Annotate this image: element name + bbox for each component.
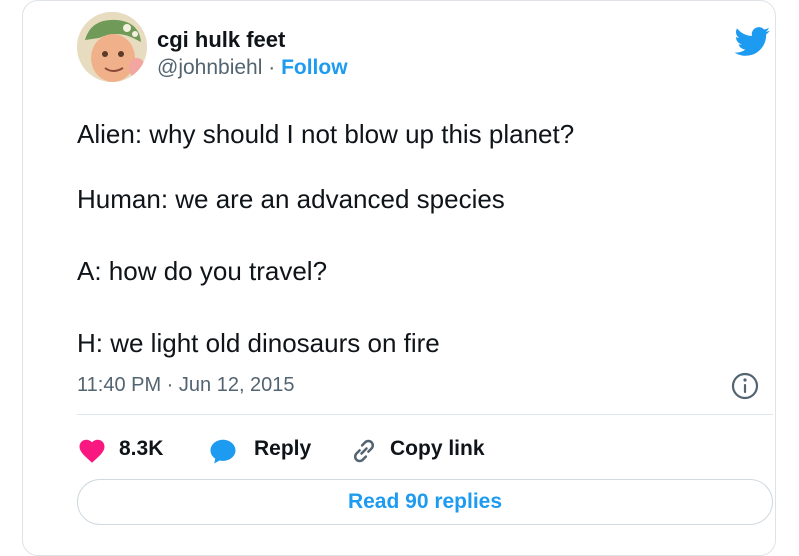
handle[interactable]: @johnbiehl [157, 56, 262, 79]
reply-button[interactable]: Reply [254, 437, 311, 461]
like-count[interactable]: 8.3K [119, 437, 163, 461]
avatar[interactable] [77, 12, 147, 82]
info-icon[interactable] [730, 371, 760, 401]
follow-button[interactable]: Follow [281, 56, 348, 79]
tweet-text-line: Alien: why should I not blow up this pla… [77, 119, 575, 149]
link-icon[interactable] [349, 436, 379, 466]
timestamp[interactable]: 11:40 PM · Jun 12, 2015 [77, 374, 295, 397]
display-name[interactable]: cgi hulk feet [157, 27, 285, 53]
tweet-text-line: A: how do you travel? [77, 256, 328, 286]
reply-bubble-icon[interactable] [207, 436, 239, 466]
read-replies-button[interactable]: Read 90 replies [77, 479, 773, 525]
tweet-text-line: H: we light old dinosaurs on fire [77, 328, 440, 358]
divider [77, 414, 773, 415]
separator: · [262, 56, 282, 79]
copy-link-button[interactable]: Copy link [390, 437, 485, 461]
tweet-card: cgi hulk feet @johnbiehl · Follow Alien:… [22, 0, 776, 556]
tweet-text-line: Human: we are an advanced species [77, 184, 505, 214]
twitter-bird-icon[interactable] [734, 27, 771, 57]
heart-icon[interactable] [77, 436, 107, 466]
handle-line: @johnbiehl · Follow [157, 56, 348, 80]
